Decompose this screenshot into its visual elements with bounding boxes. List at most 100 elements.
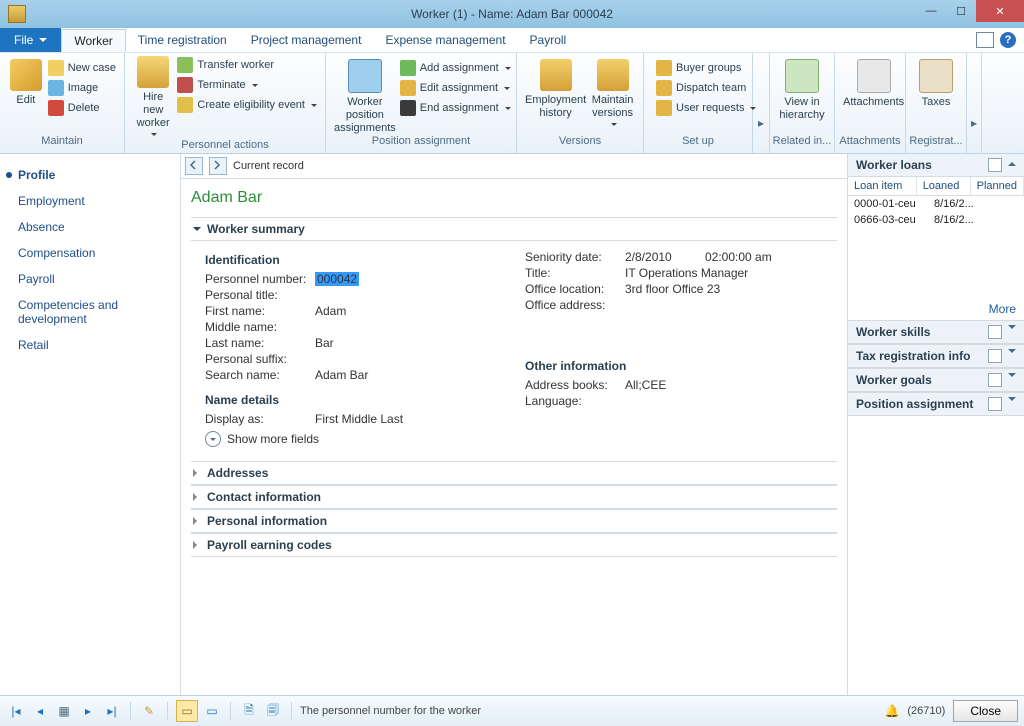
minimize-button[interactable]: — — [916, 0, 946, 22]
tab-project-management[interactable]: Project management — [239, 28, 374, 52]
first-record-button[interactable]: |◂ — [6, 701, 26, 721]
nav-competencies[interactable]: Competencies and development — [0, 292, 180, 332]
attach-list-button[interactable]: 🗐 — [263, 701, 283, 721]
nav-employment[interactable]: Employment — [0, 188, 180, 214]
image-button[interactable]: Image — [46, 79, 118, 97]
terminate-button[interactable]: Terminate — [175, 76, 319, 94]
address-books-label: Address books: — [525, 378, 625, 392]
form-view-button[interactable]: ▭ — [176, 700, 198, 722]
taxes-button[interactable]: Taxes — [912, 57, 960, 109]
worker-skills-section[interactable]: Worker skills — [848, 320, 1024, 344]
grid-icon[interactable] — [988, 349, 1002, 363]
nav-profile[interactable]: Profile — [0, 162, 180, 188]
view-in-hierarchy-button[interactable]: View in hierarchy — [776, 57, 828, 122]
file-menu[interactable]: File — [0, 28, 61, 52]
tab-expense-management[interactable]: Expense management — [373, 28, 517, 52]
list-view-button[interactable]: ▭ — [202, 701, 222, 721]
section-contact-information[interactable]: Contact information — [191, 485, 837, 509]
next-record-button[interactable]: ▸ — [78, 701, 98, 721]
worker-goals-section[interactable]: Worker goals — [848, 368, 1024, 392]
chevron-up-icon[interactable] — [1008, 158, 1016, 166]
grid-icon[interactable] — [988, 397, 1002, 411]
middle-name-label: Middle name: — [205, 320, 315, 334]
position-assignment-section[interactable]: Position assignment — [848, 392, 1024, 416]
nav-retail[interactable]: Retail — [0, 332, 180, 358]
nav-compensation[interactable]: Compensation — [0, 240, 180, 266]
section-worker-summary[interactable]: Worker summary — [191, 217, 837, 241]
dispatch-team-button[interactable]: Dispatch team — [654, 79, 758, 97]
personal-title-label: Personal title: — [205, 288, 315, 302]
search-name-value: Adam Bar — [315, 368, 368, 382]
bell-icon[interactable]: 🔔 — [884, 704, 899, 718]
tax-registration-section[interactable]: Tax registration info — [848, 344, 1024, 368]
address-books-value[interactable]: All;CEE — [625, 378, 666, 392]
add-assignment-button[interactable]: Add assignment — [398, 59, 513, 77]
hire-new-worker-button[interactable]: Hire new worker — [131, 54, 175, 139]
title-value[interactable]: IT Operations Manager — [625, 266, 748, 280]
show-more-fields[interactable]: Show more fields — [205, 427, 485, 447]
tab-payroll[interactable]: Payroll — [518, 28, 579, 52]
terminate-icon — [177, 77, 193, 93]
worker-position-assignments-button[interactable]: Worker position assignments — [332, 57, 398, 135]
grid-icon[interactable] — [988, 325, 1002, 339]
close-button[interactable]: Close — [953, 700, 1018, 722]
seniority-date-value: 2/8/2010 — [625, 250, 705, 264]
edit-button[interactable]: Edit — [6, 57, 46, 107]
maintain-versions-button[interactable]: Maintain versions — [588, 57, 637, 129]
prev-record-button[interactable]: ◂ — [30, 701, 50, 721]
status-hint: The personnel number for the worker — [300, 705, 880, 717]
maximize-button[interactable]: ☐ — [946, 0, 976, 22]
last-record-button[interactable]: ▸| — [102, 701, 122, 721]
transfer-worker-button[interactable]: Transfer worker — [175, 56, 319, 74]
grid-icon[interactable] — [988, 158, 1002, 172]
grid-icon[interactable] — [988, 373, 1002, 387]
group-position-title: Position assignment — [326, 135, 516, 153]
create-eligibility-event-button[interactable]: Create eligibility event — [175, 96, 319, 114]
first-name-value: Adam — [315, 304, 346, 318]
ribbon-overflow-2[interactable]: ▸ — [967, 76, 981, 130]
notification-count[interactable]: (26710) — [907, 705, 945, 717]
attach-doc-button[interactable]: 🗎 — [239, 701, 259, 721]
nav-absence[interactable]: Absence — [0, 214, 180, 240]
loan-row[interactable]: 0666-03-ceu8/16/2... — [848, 212, 1024, 228]
first-name-label: First name: — [205, 304, 315, 318]
personnel-number-value[interactable]: 000042 — [315, 272, 359, 286]
ribbon-overflow-1[interactable]: ▸ — [753, 76, 769, 130]
tab-worker[interactable]: Worker — [61, 29, 125, 52]
section-payroll-earning-codes[interactable]: Payroll earning codes — [191, 533, 837, 557]
add-icon — [400, 60, 416, 76]
employment-history-button[interactable]: Employment history — [523, 57, 588, 120]
help-icon[interactable]: ? — [1000, 32, 1016, 48]
nav-payroll[interactable]: Payroll — [0, 266, 180, 292]
transfer-icon — [177, 57, 193, 73]
chevron-right-icon — [193, 493, 201, 501]
close-window-button[interactable]: ✕ — [976, 0, 1024, 22]
buyer-groups-button[interactable]: Buyer groups — [654, 59, 758, 77]
attachments-button[interactable]: Attachments — [841, 57, 906, 109]
worker-loans-header[interactable]: Worker loans — [848, 154, 1024, 177]
prev-record-icon[interactable] — [185, 157, 203, 175]
next-record-icon[interactable] — [209, 157, 227, 175]
new-case-button[interactable]: New case — [46, 59, 118, 77]
tab-time-registration[interactable]: Time registration — [126, 28, 239, 52]
col-loaned[interactable]: Loaned — [917, 177, 971, 195]
window-title: Worker (1) - Name: Adam Bar 000042 — [0, 7, 1024, 21]
more-link[interactable]: More — [848, 298, 1024, 320]
edit-record-button[interactable]: ✎ — [139, 701, 159, 721]
display-as-value[interactable]: First Middle Last — [315, 412, 403, 426]
language-label: Language: — [525, 394, 625, 408]
window-icon[interactable] — [976, 32, 994, 48]
grid-view-button[interactable]: ▦ — [54, 701, 74, 721]
new-case-icon — [48, 60, 64, 76]
end-assignment-button[interactable]: End assignment — [398, 99, 513, 117]
office-location-label: Office location: — [525, 282, 625, 296]
col-loan-item[interactable]: Loan item — [848, 177, 917, 195]
other-information-heading: Other information — [525, 313, 815, 377]
section-addresses[interactable]: Addresses — [191, 461, 837, 485]
loan-row[interactable]: 0000-01-ceu8/16/2... — [848, 196, 1024, 212]
delete-button[interactable]: Delete — [46, 99, 118, 117]
user-requests-button[interactable]: User requests — [654, 99, 758, 117]
edit-assignment-button[interactable]: Edit assignment — [398, 79, 513, 97]
section-personal-information[interactable]: Personal information — [191, 509, 837, 533]
col-planned[interactable]: Planned — [971, 177, 1024, 195]
